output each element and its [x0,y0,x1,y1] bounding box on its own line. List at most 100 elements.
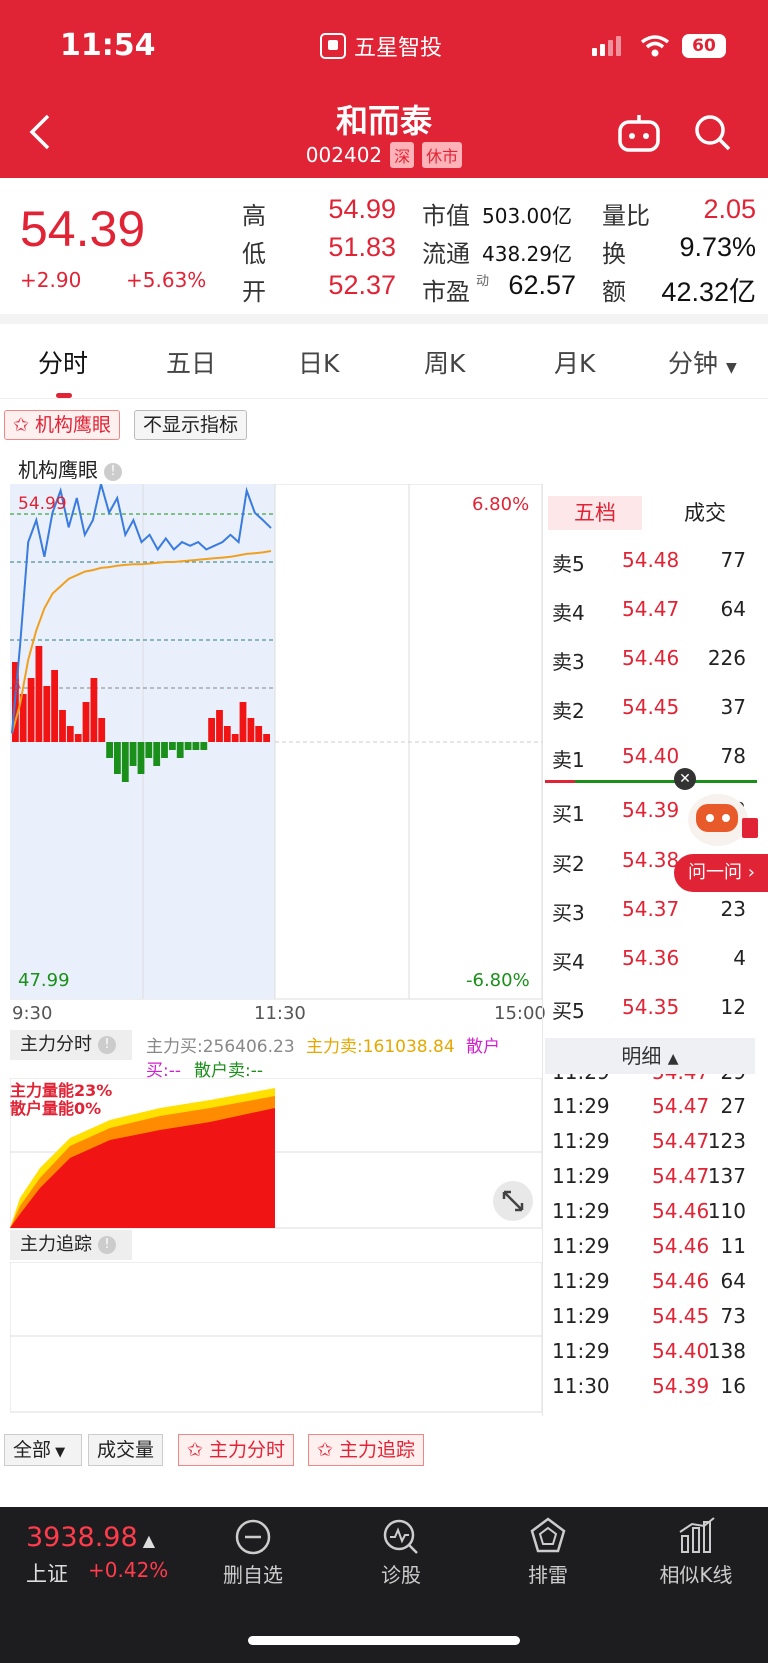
energy-retail: 散户量能0% [10,1099,102,1118]
main-force-label: 主力分时! [10,1030,132,1060]
chart-bottom-price: 47.99 [18,970,70,991]
hide-indicator-chip[interactable]: 不显示指标 [134,410,248,440]
flow-bar [27,678,35,742]
similar-kline-icon[interactable] [676,1516,716,1556]
assistant-mascot-icon[interactable] [674,782,764,852]
sell-row-5: 卖5 54.48 77 [552,540,754,580]
tab-daily-k[interactable]: 日K [298,344,339,380]
nav-similar-label[interactable]: 相似K线 [646,1559,746,1588]
retail-label: 散户 [466,1037,500,1057]
tick-row: 11:29 54.47 29 [552,1074,754,1090]
info-icon[interactable]: ! [98,1036,116,1054]
sell-volume: 77 [720,548,746,572]
track-label: 主力追踪! [10,1230,132,1260]
flow-bar [208,718,215,742]
tick-price: 54.47 [652,1074,709,1084]
buy-label: 买3 [552,901,585,925]
tick-row: 11:29 54.40 138 [552,1335,754,1369]
chevron-right-icon: › [747,862,755,883]
mktcap-label: 市值 [422,202,470,230]
tab-monthly-k[interactable]: 月K [554,344,595,380]
tab-weekly-k[interactable]: 周K [424,344,465,380]
flow-bar [74,734,82,742]
app-name: 五星智投 [320,30,442,62]
index-value[interactable]: 3938.98 ▲ [26,1522,155,1553]
low-label: 低 [242,240,266,268]
info-icon[interactable]: ! [104,462,122,481]
flow-bar [231,734,239,742]
turnover-label: 换 [602,240,626,268]
detail-header[interactable]: 明细 ▲ [545,1038,755,1074]
tick-time: 11:29 [552,1129,610,1153]
tab-five-levels[interactable]: 五档 [548,496,642,530]
jgyy-section-label: 机构鹰眼! [18,454,122,483]
flow-bar [263,734,270,742]
tick-volume: 64 [720,1269,746,1293]
sell-volume: 37 [720,695,746,719]
tab-intraday[interactable]: 分时 [38,344,88,380]
chart-mid-price: 5 [12,678,21,694]
tick-row: 11:29 54.46 110 [552,1195,754,1229]
ask-button[interactable]: 问一问 › [674,854,768,892]
flow-bar [114,742,121,774]
chart-top-price: 54.99 [18,494,67,514]
tab-minute[interactable]: 分钟 ▼ [668,344,737,380]
flow-bar [35,646,43,742]
tab-minute-label: 分钟 [668,349,719,378]
flow-bar [137,742,145,774]
close-icon[interactable]: ✕ [674,768,696,790]
home-indicator[interactable] [248,1636,520,1645]
up-triangle-icon: ▲ [137,1531,156,1550]
buy-label: 买5 [552,999,585,1023]
amount-value: 42.32亿 [661,277,756,307]
tick-volume: 27 [720,1094,746,1118]
flow-bar [200,742,208,750]
expand-icon[interactable] [492,1180,534,1222]
star-icon: ✩ [317,1439,339,1461]
stock-code: 002402 [305,143,383,167]
flow-bar [145,742,153,758]
flow-bar [98,718,106,742]
sell-label: 卖5 [552,552,585,576]
flow-bar [90,678,98,742]
tab-divider [0,398,768,399]
tick-list[interactable]: 11:2954.4729 11:2954.4727 11:2954.47123 … [545,1074,757,1416]
flow-bar [43,686,51,742]
nav-minesweep-label[interactable]: 排雷 [498,1559,598,1588]
price-change-pct: +5.63% [126,268,207,292]
sell-label: 卖4 [552,601,585,625]
filter-all-dropdown[interactable]: 全部 ▼ [4,1434,82,1466]
buy-label: 买1 [552,802,585,826]
search-icon[interactable] [694,114,732,152]
tab-trades[interactable]: 成交 [660,496,750,530]
minesweep-icon[interactable] [528,1516,568,1556]
flow-bar [216,710,223,742]
remove-watchlist-icon[interactable] [234,1518,272,1556]
index-change: +0.42% [88,1558,169,1582]
sell-price: 54.46 [622,646,680,670]
battery-indicator: 60 [682,34,726,58]
flow-bar [161,742,168,758]
diagnose-icon[interactable] [382,1518,420,1556]
tick-price: 54.45 [652,1304,710,1328]
tab-five-day[interactable]: 五日 [166,344,216,380]
pe-value: 62.57 [508,270,576,300]
flow-bar [51,670,58,742]
app-name-label: 五星智投 [354,36,443,61]
app-logo-icon [320,33,346,59]
main-force-track-chip[interactable]: ✩ 主力追踪 [308,1434,424,1466]
tick-price: 54.46 [652,1199,710,1223]
jgyy-chip[interactable]: ✩ 机构鹰眼 [4,410,120,440]
current-price: 54.39 [20,201,146,257]
intraday-chart [10,484,542,1000]
nav-remove-label[interactable]: 删自选 [203,1559,303,1588]
robot-assistant-icon[interactable] [616,112,662,152]
main-force-time-chip[interactable]: ✩ 主力分时 [178,1434,294,1466]
nav-diagnose-label[interactable]: 诊股 [351,1559,451,1588]
tick-row: 11:29 54.45 73 [552,1300,754,1334]
pe-sup: 动 [476,274,490,289]
filter-all-label: 全部 [13,1439,52,1461]
flow-bar [59,710,66,742]
volume-chip[interactable]: 成交量 [88,1434,164,1466]
info-icon[interactable]: ! [98,1236,116,1254]
